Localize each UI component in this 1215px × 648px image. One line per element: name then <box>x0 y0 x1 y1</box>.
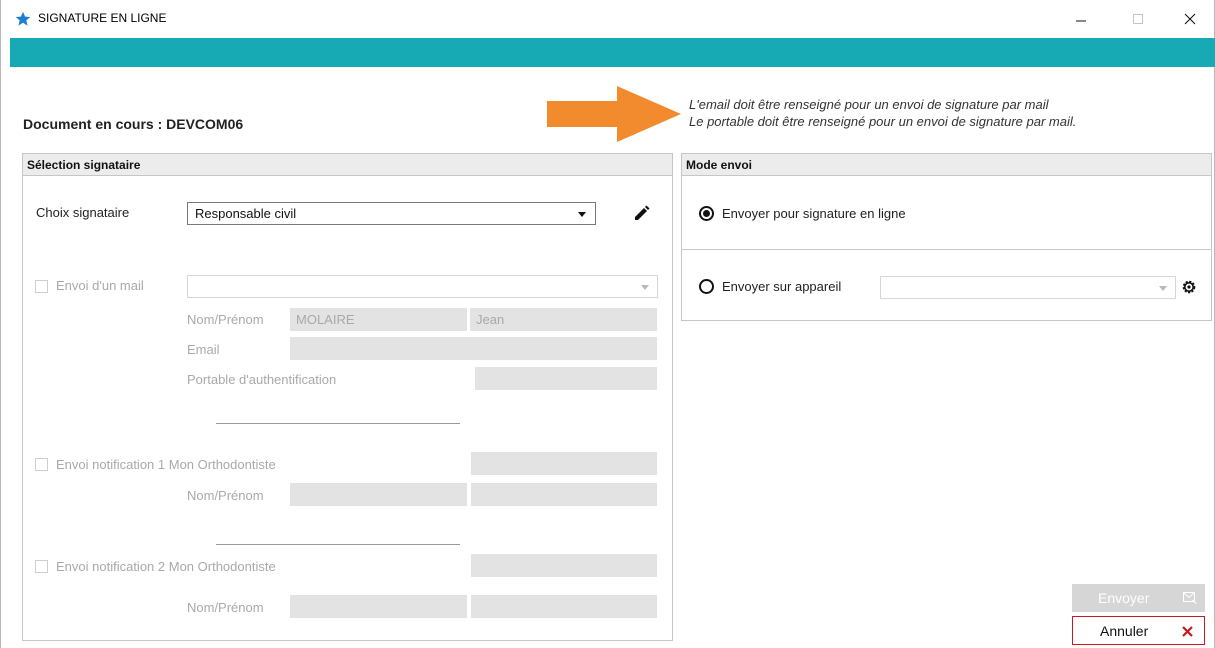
mode-envoi-panel: Mode envoi Envoyer pour signature en lig… <box>681 153 1212 321</box>
choix-signataire-label: Choix signataire <box>36 205 130 220</box>
mail-portable-label: Portable d'authentification <box>187 372 337 387</box>
close-button[interactable] <box>1167 0 1213 38</box>
notif1-checkbox-label: Envoi notification 1 Mon Orthodontiste <box>56 457 276 472</box>
separator <box>216 423 460 424</box>
notice-line-1: L'email doit être renseigné pour un envo… <box>689 97 1049 112</box>
document-label: Document en cours : DEVCOM06 <box>23 116 244 132</box>
annuler-button-label: Annuler <box>1100 622 1149 639</box>
radio-envoyer-appareil-label: Envoyer sur appareil <box>722 279 842 294</box>
choix-signataire-value: Responsable civil <box>195 206 297 221</box>
window-title: SIGNATURE EN LIGNE <box>38 11 167 25</box>
choix-signataire-select[interactable]: Responsable civil <box>187 202 596 225</box>
notice-line-2: Le portable doit être renseigné pour un … <box>689 114 1077 129</box>
mail-select[interactable] <box>187 275 658 298</box>
close-icon <box>1182 626 1193 637</box>
mode-envoi-panel-title: Mode envoi <box>682 154 1211 176</box>
notif1-prenom-field[interactable] <box>471 483 657 506</box>
notif2-checkbox[interactable] <box>35 560 48 573</box>
signature-window: SIGNATURE EN LIGNE Document en cours : D… <box>0 0 1215 648</box>
signataire-panel-title: Sélection signataire <box>23 154 672 176</box>
envelope-icon <box>1183 592 1197 604</box>
divider <box>682 249 1211 250</box>
maximize-icon <box>1133 14 1143 24</box>
mail-nom-prenom-label: Nom/Prénom <box>187 312 264 327</box>
notif1-field[interactable] <box>471 452 657 475</box>
title-bar: SIGNATURE EN LIGNE <box>1 0 1214 38</box>
notif1-checkbox[interactable] <box>35 458 48 471</box>
star-icon <box>15 11 31 26</box>
chevron-down-icon <box>1159 286 1167 291</box>
notif2-nom-prenom-label: Nom/Prénom <box>187 600 264 615</box>
notif2-prenom-field[interactable] <box>471 595 657 618</box>
envoyer-button-label: Envoyer <box>1098 590 1150 606</box>
radio-envoyer-ligne[interactable] <box>699 206 714 221</box>
chevron-down-icon <box>578 212 586 217</box>
mail-email-label: Email <box>187 342 220 357</box>
chevron-down-icon <box>641 285 649 290</box>
minimize-icon <box>1076 20 1086 22</box>
notif1-nom-field[interactable] <box>290 483 467 506</box>
radio-envoyer-appareil[interactable] <box>699 279 714 294</box>
notif1-nom-prenom-label: Nom/Prénom <box>187 488 264 503</box>
envoyer-button[interactable]: Envoyer <box>1072 584 1205 612</box>
mail-portable-field[interactable] <box>475 367 657 390</box>
notif2-nom-field[interactable] <box>290 595 467 618</box>
gear-icon[interactable] <box>1181 279 1197 295</box>
mail-nom-field[interactable]: MOLAIRE <box>290 308 467 331</box>
pencil-icon[interactable] <box>633 204 651 222</box>
mail-checkbox-label: Envoi d'un mail <box>56 278 144 293</box>
mail-email-field[interactable] <box>290 337 657 360</box>
maximize-button[interactable] <box>1115 0 1161 38</box>
appareil-select[interactable] <box>880 276 1176 299</box>
arrow-right-icon <box>547 86 681 142</box>
minimize-button[interactable] <box>1058 0 1104 38</box>
notice-text: L'email doit être renseigné pour un envo… <box>689 96 1076 130</box>
signataire-panel: Sélection signataire Choix signataire Re… <box>22 153 673 641</box>
radio-envoyer-ligne-label: Envoyer pour signature en ligne <box>722 206 906 221</box>
notif2-checkbox-label: Envoi notification 2 Mon Orthodontiste <box>56 559 276 574</box>
accent-bar <box>10 38 1215 67</box>
close-icon <box>1184 13 1196 25</box>
annuler-button[interactable]: Annuler <box>1072 616 1205 645</box>
separator <box>216 544 460 545</box>
notif2-field[interactable] <box>471 554 657 577</box>
mail-prenom-field[interactable]: Jean <box>470 308 657 331</box>
mail-checkbox[interactable] <box>35 280 48 293</box>
